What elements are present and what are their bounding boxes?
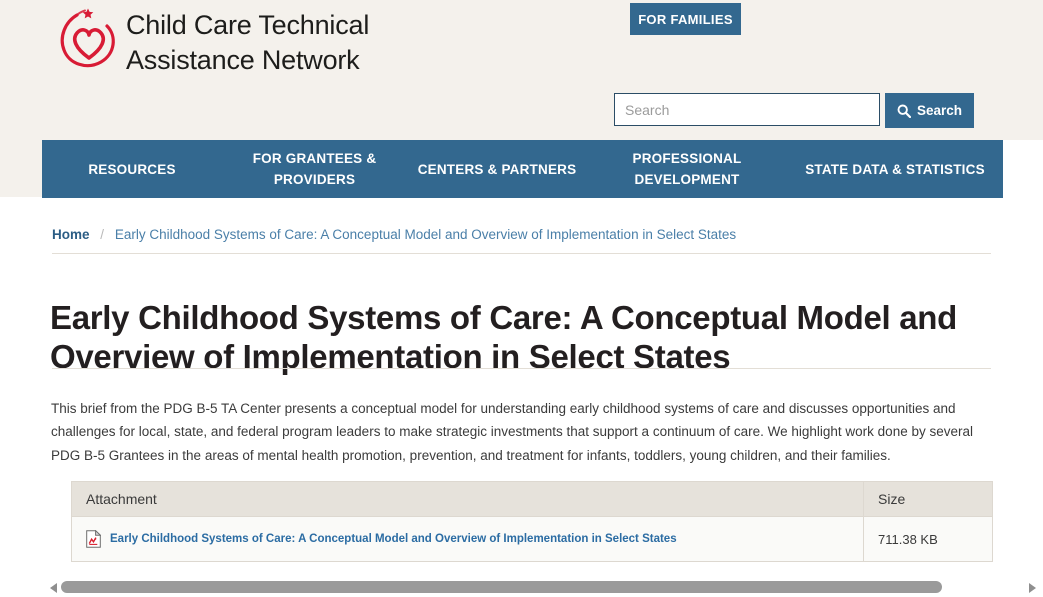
main-navigation: RESOURCES FOR GRANTEES & PROVIDERS CENTE… xyxy=(42,140,1003,198)
breadcrumb: Home / Early Childhood Systems of Care: … xyxy=(52,227,736,242)
table-header-row: Attachment Size xyxy=(71,481,993,517)
scrollbar-track[interactable] xyxy=(61,578,1024,597)
page-content: Home / Early Childhood Systems of Care: … xyxy=(0,198,1043,597)
search-button-label: Search xyxy=(916,103,963,118)
chevron-right-icon xyxy=(1028,582,1036,593)
for-families-button[interactable]: FOR FAMILIES xyxy=(630,3,741,35)
scrollbar-thumb[interactable] xyxy=(61,581,943,593)
pdf-file-icon xyxy=(86,530,101,548)
scroll-left-arrow[interactable] xyxy=(45,578,61,597)
search-input[interactable] xyxy=(614,93,880,126)
brand-line-2: Assistance Network xyxy=(126,45,360,75)
nav-item-professional-development[interactable]: PROFESSIONAL DEVELOPMENT xyxy=(587,148,787,190)
attachment-size: 711.38 KB xyxy=(863,516,993,562)
table-row: Early Childhood Systems of Care: A Conce… xyxy=(71,516,993,562)
chevron-left-icon xyxy=(49,582,57,593)
brand-line-1: Child Care Technical xyxy=(126,10,370,40)
search-icon xyxy=(897,104,911,118)
breadcrumb-separator: / xyxy=(100,227,105,242)
attachment-cell: Early Childhood Systems of Care: A Conce… xyxy=(71,516,864,562)
attachment-link[interactable]: Early Childhood Systems of Care: A Conce… xyxy=(110,533,677,545)
header-band-right-filler xyxy=(1003,0,1043,140)
nav-item-resources[interactable]: RESOURCES xyxy=(42,159,222,180)
column-header-attachment: Attachment xyxy=(71,481,864,517)
page-title: Early Childhood Systems of Care: A Conce… xyxy=(50,299,958,376)
breadcrumb-home-link[interactable]: Home xyxy=(52,227,90,242)
scroll-right-arrow[interactable] xyxy=(1024,578,1040,597)
search-button[interactable]: Search xyxy=(885,93,974,128)
horizontal-scrollbar[interactable] xyxy=(45,578,1040,597)
column-header-size: Size xyxy=(863,481,993,517)
divider-below-breadcrumb xyxy=(52,253,991,254)
nav-item-state-data-statistics[interactable]: STATE DATA & STATISTICS xyxy=(787,159,1003,180)
nav-item-centers-partners[interactable]: CENTERS & PARTNERS xyxy=(407,159,587,180)
divider-below-title xyxy=(52,368,991,369)
nav-item-for-grantees-providers[interactable]: FOR GRANTEES & PROVIDERS xyxy=(222,148,407,190)
attachments-table: Attachment Size Early Childhood Systems … xyxy=(71,481,993,562)
site-logo[interactable] xyxy=(55,6,125,74)
breadcrumb-current-page: Early Childhood Systems of Care: A Conce… xyxy=(114,227,737,242)
heart-circle-icon xyxy=(60,8,115,68)
site-brand-title: Child Care Technical Assistance Network xyxy=(126,8,526,78)
page-body-text: This brief from the PDG B-5 TA Center pr… xyxy=(51,400,973,463)
